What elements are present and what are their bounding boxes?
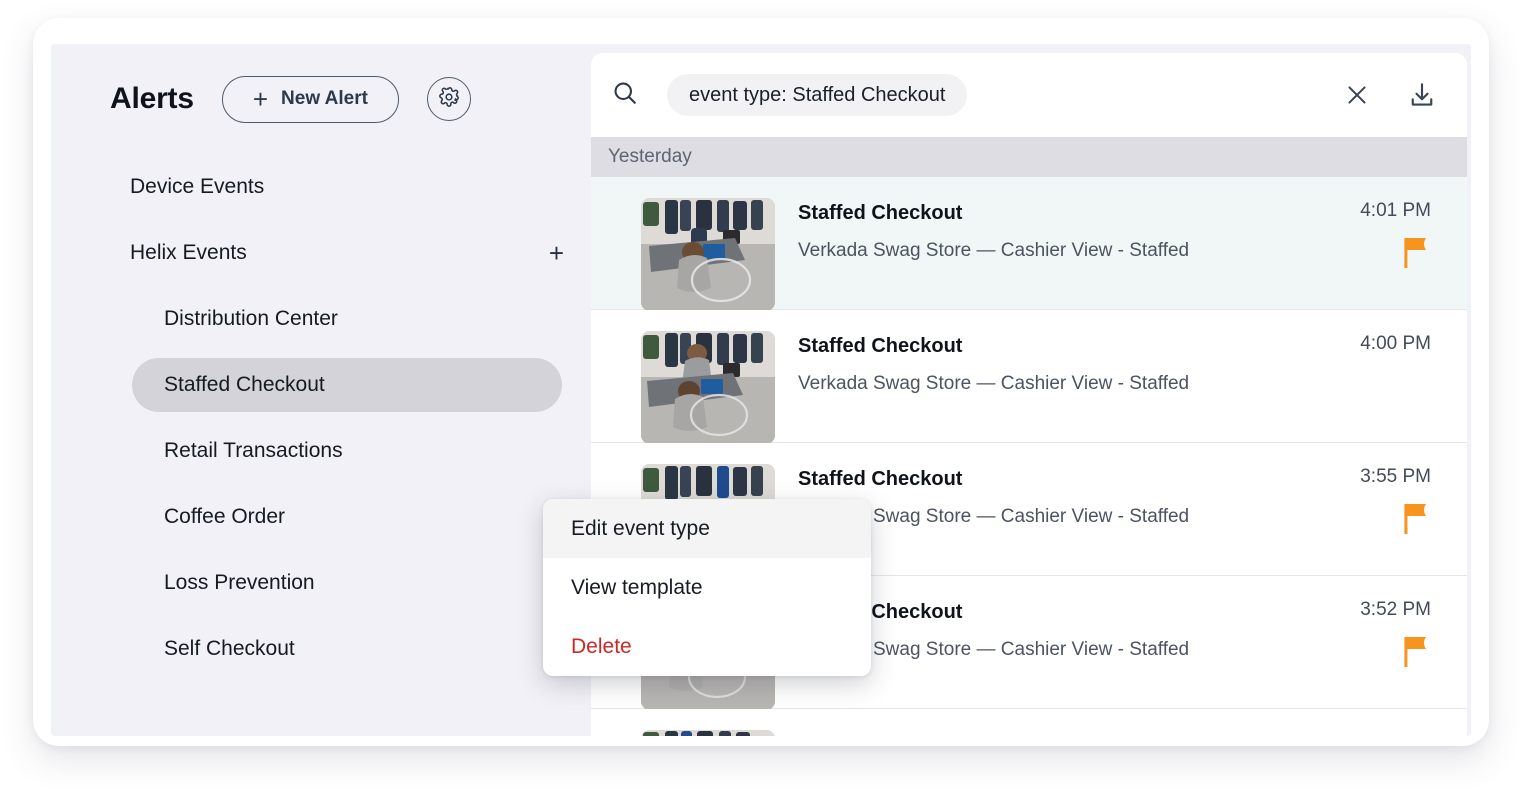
event-title: Staffed Checkout	[798, 202, 1189, 225]
event-meta: 4:01 PM	[1360, 198, 1467, 309]
sidebar-item-label: Retail Transactions	[164, 439, 343, 463]
search-filter-text: event type: Staffed Checkout	[689, 84, 945, 107]
plus-icon: +	[253, 86, 268, 112]
sidebar-item-distribution-center[interactable]: Distribution Center	[54, 286, 594, 352]
flag-icon	[1401, 502, 1431, 536]
event-title: Staffed Checkout	[798, 468, 1189, 491]
sidebar-item-label: Distribution Center	[164, 307, 338, 331]
add-helix-event-plus-icon[interactable]: +	[549, 240, 564, 266]
sidebar-header: Alerts + New Alert	[54, 44, 594, 154]
event-subtitle: Verkada Swag Store — Cashier View - Staf…	[798, 240, 1189, 262]
date-group-header: Yesterday	[591, 137, 1467, 177]
sidebar-item-self-checkout[interactable]: Self Checkout	[54, 616, 594, 682]
event-time: 4:00 PM	[1360, 333, 1431, 355]
sidebar-item-coffee-order[interactable]: Coffee Order	[54, 484, 594, 550]
event-thumbnail	[641, 730, 775, 736]
event-meta: 4:00 PM	[1360, 331, 1467, 442]
sidebar-item-helix-events[interactable]: Helix Events +	[54, 220, 594, 286]
sidebar-item-label: Coffee Order	[164, 505, 285, 529]
alerts-sidebar: Alerts + New Alert Devi	[51, 44, 591, 736]
event-thumbnail	[641, 331, 775, 444]
menu-item-label: View template	[571, 576, 703, 600]
table-row[interactable]	[591, 709, 1467, 736]
event-thumbnail	[641, 198, 775, 311]
context-menu: Edit event type View template Delete	[543, 499, 871, 676]
sidebar-item-retail-transactions[interactable]: Retail Transactions	[54, 418, 594, 484]
status-badge[interactable]	[1360, 635, 1431, 669]
table-row[interactable]: Staffed Checkout Verkada Swag Store — Ca…	[591, 310, 1467, 443]
event-text: Staffed Checkout Verkada Swag Store — Ca…	[798, 331, 1189, 442]
page-title: Alerts	[110, 82, 194, 116]
sidebar-item-label: Device Events	[130, 175, 264, 199]
flag-icon	[1401, 236, 1431, 270]
event-meta: 3:52 PM	[1360, 597, 1467, 708]
menu-item-view-template[interactable]: View template	[543, 558, 871, 617]
event-title: Staffed Checkout	[798, 335, 1189, 358]
event-subtitle: Verkada Swag Store — Cashier View - Staf…	[798, 373, 1189, 395]
status-badge[interactable]	[1360, 502, 1431, 536]
table-row[interactable]: Staffed Checkout Verkada Swag Store — Ca…	[591, 177, 1467, 310]
sidebar-item-label: Helix Events	[130, 241, 247, 265]
new-alert-label: New Alert	[281, 88, 368, 110]
sidebar-item-loss-prevention[interactable]: Loss Prevention	[54, 550, 594, 616]
search-filter-chip[interactable]: event type: Staffed Checkout	[667, 74, 967, 116]
date-group-label: Yesterday	[608, 146, 692, 168]
search-bar: event type: Staffed Checkout	[591, 53, 1467, 137]
download-icon[interactable]	[1407, 80, 1437, 110]
menu-item-label: Delete	[571, 635, 632, 659]
new-alert-button[interactable]: + New Alert	[222, 76, 399, 123]
close-icon[interactable]	[1343, 81, 1371, 109]
status-badge[interactable]	[1360, 236, 1431, 270]
flag-icon	[1401, 635, 1431, 669]
event-meta: 3:55 PM	[1360, 464, 1467, 575]
menu-item-label: Edit event type	[571, 517, 710, 541]
sidebar-item-staffed-checkout[interactable]: Staffed Checkout	[54, 352, 594, 418]
sidebar-item-label: Loss Prevention	[164, 571, 315, 595]
app-content: Alerts + New Alert Devi	[51, 44, 1471, 736]
event-time: 3:52 PM	[1360, 599, 1431, 621]
sidebar-item-label: Staffed Checkout	[164, 373, 325, 397]
menu-item-delete[interactable]: Delete	[543, 617, 871, 676]
event-time: 4:01 PM	[1360, 200, 1431, 222]
settings-button[interactable]	[427, 77, 471, 121]
sidebar-item-label: Self Checkout	[164, 637, 295, 661]
app-window: Alerts + New Alert Devi	[33, 18, 1489, 746]
alerts-nav-list: Device Events Helix Events + Distributio…	[54, 154, 594, 682]
gear-icon	[438, 86, 460, 113]
event-text: Staffed Checkout Verkada Swag Store — Ca…	[798, 198, 1189, 309]
menu-item-edit-event-type[interactable]: Edit event type	[543, 499, 871, 558]
sidebar-item-device-events[interactable]: Device Events	[54, 154, 594, 220]
search-icon[interactable]	[611, 79, 639, 112]
search-bar-actions	[1343, 80, 1449, 110]
event-time: 3:55 PM	[1360, 466, 1431, 488]
